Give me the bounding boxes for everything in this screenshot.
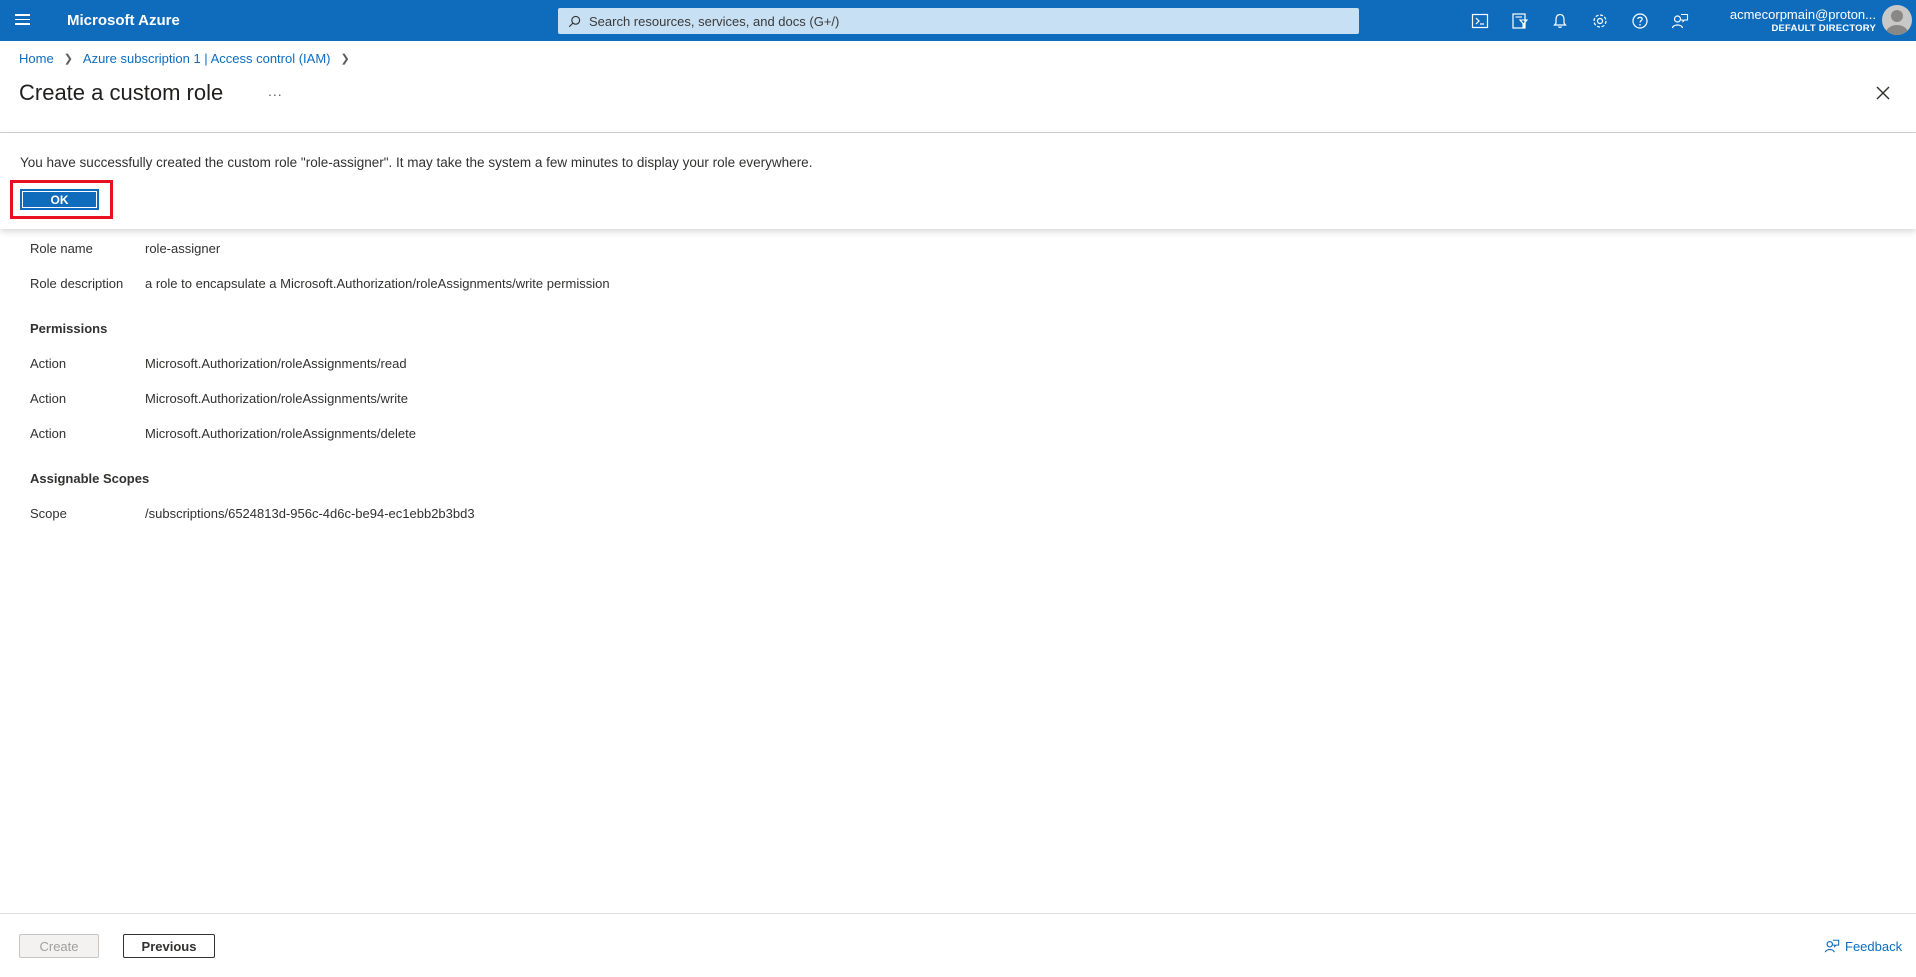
permission-value: Microsoft.Authorization/roleAssignments/… [145, 356, 407, 371]
feedback-label: Feedback [1845, 938, 1903, 954]
assignable-scopes-heading: Assignable Scopes [30, 471, 150, 486]
settings-icon[interactable] [1580, 0, 1620, 41]
directory-filter-icon[interactable] [1500, 0, 1540, 41]
breadcrumb-access-control[interactable]: Azure subscription 1 | Access control (I… [83, 51, 331, 66]
chevron-right-icon: ❯ [340, 53, 350, 65]
scope-label: Scope [30, 506, 67, 521]
role-description-value: a role to encapsulate a Microsoft.Author… [145, 276, 610, 291]
cloud-shell-icon[interactable] [1460, 0, 1500, 41]
more-options-button[interactable]: ... [268, 83, 283, 99]
role-name-value: role-assigner [145, 241, 221, 256]
page-title: Create a custom role [19, 80, 224, 105]
footer-divider [0, 913, 1916, 914]
success-notification-panel: You have successfully created the custom… [0, 133, 1916, 229]
avatar[interactable] [1882, 5, 1912, 35]
create-button: Create [19, 934, 99, 958]
top-icon-bar [1460, 0, 1700, 41]
permission-type-label: Action [30, 356, 67, 371]
account-email: acmecorpmain@proton... [1729, 7, 1876, 22]
ok-button[interactable]: OK [20, 189, 99, 210]
success-message: You have successfully created the custom… [20, 155, 813, 170]
account-directory: DEFAULT DIRECTORY [1771, 22, 1876, 34]
portal-menu-icon[interactable] [13, 11, 33, 31]
account-info[interactable]: acmecorpmain@proton... DEFAULT DIRECTORY [1730, 7, 1876, 34]
global-search-box[interactable] [558, 8, 1359, 34]
permission-type-label: Action [30, 426, 67, 441]
role-name-label: Role name [30, 241, 93, 256]
search-input[interactable] [589, 13, 1329, 29]
breadcrumb-home[interactable]: Home [19, 51, 54, 66]
permission-value: Microsoft.Authorization/roleAssignments/… [145, 426, 416, 441]
permission-type-label: Action [30, 391, 67, 406]
permissions-heading: Permissions [30, 321, 108, 336]
feedback-link[interactable]: Feedback [1824, 938, 1902, 954]
role-description-label: Role description [30, 276, 124, 291]
feedback-icon[interactable] [1660, 0, 1700, 41]
close-icon[interactable] [1874, 84, 1892, 102]
search-icon [568, 15, 581, 27]
help-icon[interactable] [1620, 0, 1660, 41]
notifications-icon[interactable] [1540, 0, 1580, 41]
feedback-person-icon [1824, 939, 1840, 953]
breadcrumb: Home ❯ Azure subscription 1 | Access con… [19, 51, 360, 66]
scope-value: /subscriptions/6524813d-956c-4d6c-be94-e… [145, 506, 475, 521]
top-navigation-bar: Microsoft Azure Search resources, servic… [0, 0, 1916, 41]
brand-title[interactable]: Microsoft Azure [67, 12, 180, 29]
chevron-right-icon: ❯ [63, 53, 73, 65]
previous-button[interactable]: Previous [123, 934, 215, 958]
permission-value: Microsoft.Authorization/roleAssignments/… [145, 391, 408, 406]
